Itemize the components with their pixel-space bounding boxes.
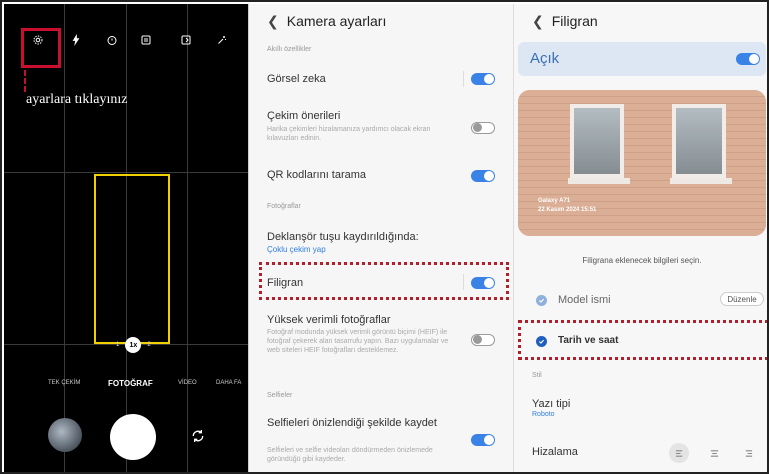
setting-font-value[interactable]: Roboto xyxy=(532,411,555,418)
toggle-shot-suggestions[interactable] xyxy=(471,122,495,134)
flash-icon[interactable] xyxy=(68,32,84,48)
setting-shot-suggestions[interactable]: Çekim önerileri xyxy=(267,110,340,122)
zoom-selector[interactable]: 1 1x 2 xyxy=(116,337,151,353)
zoom-option-active[interactable]: 1x xyxy=(125,337,142,353)
setting-value-link[interactable]: Çoklu çekim yap xyxy=(267,245,326,254)
setting-save-selfies[interactable]: Selfieleri önizlendiği şekilde kaydet xyxy=(267,417,437,430)
edit-button[interactable]: Düzenle xyxy=(720,292,764,306)
mode-video[interactable]: VİDEO xyxy=(178,380,197,386)
shutter-button[interactable] xyxy=(110,414,156,460)
preview-model-text: Galaxy A71 xyxy=(538,198,571,204)
setting-description: Fotoğraf modunda yüksek verimli görüntü … xyxy=(267,329,449,354)
setting-shutter-swipe[interactable]: Deklanşör tuşu kaydırıldığında: xyxy=(267,231,419,243)
gear-highlight-box xyxy=(21,28,61,68)
date-highlight-box xyxy=(518,320,767,360)
checkbox-model-name[interactable] xyxy=(536,295,547,306)
aspect-ratio-icon[interactable] xyxy=(138,32,154,48)
mode-single-take[interactable]: TEK ÇEKİM xyxy=(48,380,80,386)
setting-watermark[interactable]: Filigran xyxy=(267,277,303,289)
mode-more[interactable]: DAHA FA xyxy=(216,380,241,386)
section-header: Akıllı özellikler xyxy=(267,46,312,53)
setting-description: Harika çekimleri hizalamanıza yardımcı o… xyxy=(267,126,431,142)
setting-description: Selfieleri ve selfie videoları döndürmed… xyxy=(267,447,433,463)
section-header: Stil xyxy=(532,372,542,379)
page-title: Filigran xyxy=(551,13,598,29)
section-header: Selfieler xyxy=(267,392,293,399)
back-chevron-icon[interactable]: ❮ xyxy=(532,13,544,29)
toggle-qr-scan[interactable] xyxy=(471,170,495,182)
page-title: Kamera ayarları xyxy=(286,13,387,29)
watermark-preview-image: Galaxy A71 22 Kasım 2024 15:51 xyxy=(518,90,766,236)
divider xyxy=(463,274,464,290)
zoom-option[interactable]: 1 xyxy=(116,342,119,348)
watermark-master-switch[interactable]: Açık xyxy=(518,42,766,76)
setting-qr-scan[interactable]: QR kodlarını tarama xyxy=(267,169,366,181)
instruction-text: ayarlara tıklayınız xyxy=(26,92,128,107)
back-chevron-icon[interactable]: ❮ xyxy=(267,13,279,29)
setting-high-efficiency[interactable]: Yüksek verimli fotoğraflar xyxy=(267,314,391,326)
toggle-watermark[interactable] xyxy=(471,277,495,289)
checkbox-date-time[interactable] xyxy=(536,336,547,347)
camera-mode-bar: TEK ÇEKİM FOTOĞRAF VİDEO DAHA FA xyxy=(4,379,248,392)
switch-camera-icon[interactable] xyxy=(190,428,206,444)
settings-header: ❮ Kamera ayarları xyxy=(267,13,386,30)
option-date-time[interactable]: Tarih ve saat xyxy=(558,335,618,346)
filter-icon[interactable] xyxy=(214,32,230,48)
motion-photo-icon[interactable] xyxy=(178,32,194,48)
zoom-option[interactable]: 2 xyxy=(147,342,150,348)
camera-settings-panel: ❮ Kamera ayarları Akıllı özellikler Görse… xyxy=(248,4,513,472)
watermark-header: ❮ Filigran xyxy=(532,13,598,30)
watermark-instruction: Filigrana eklenecek bilgileri seçin. xyxy=(582,256,702,265)
align-right-icon[interactable] xyxy=(738,443,758,463)
setting-font[interactable]: Yazı tipi xyxy=(532,398,570,410)
align-left-icon[interactable] xyxy=(669,443,689,463)
align-center-icon[interactable] xyxy=(704,443,724,463)
camera-panel: ayarlara tıklayınız 1 1x 2 TEK ÇEKİM FOT… xyxy=(4,4,248,472)
highlight-pointer-line xyxy=(24,70,26,92)
screenshot-frame: ayarlara tıklayınız 1 1x 2 TEK ÇEKİM FOT… xyxy=(0,0,769,474)
focus-frame xyxy=(94,174,170,344)
mode-photo[interactable]: FOTOĞRAF xyxy=(108,379,153,388)
setting-visual-ai[interactable]: Görsel zeka xyxy=(267,73,326,85)
toggle-visual-ai[interactable] xyxy=(471,73,495,85)
option-model-name[interactable]: Model ismi xyxy=(558,294,611,306)
gallery-thumbnail[interactable] xyxy=(48,418,82,452)
section-header: Fotoğraflar xyxy=(267,203,301,210)
toggle-watermark-master[interactable] xyxy=(736,53,760,65)
grid-line xyxy=(4,172,248,173)
grid-line xyxy=(64,4,65,472)
timer-icon[interactable] xyxy=(104,32,120,48)
divider xyxy=(463,71,464,87)
toggle-save-selfies[interactable] xyxy=(471,434,495,446)
grid-line xyxy=(187,4,188,472)
setting-alignment: Hizalama xyxy=(532,446,578,458)
preview-date-text: 22 Kasım 2024 15:51 xyxy=(538,207,597,213)
toggle-high-efficiency[interactable] xyxy=(471,334,495,346)
master-switch-label: Açık xyxy=(530,50,560,67)
watermark-panel: ❮ Filigran Açık Galaxy A71 22 Kasım 2024 … xyxy=(513,4,767,472)
